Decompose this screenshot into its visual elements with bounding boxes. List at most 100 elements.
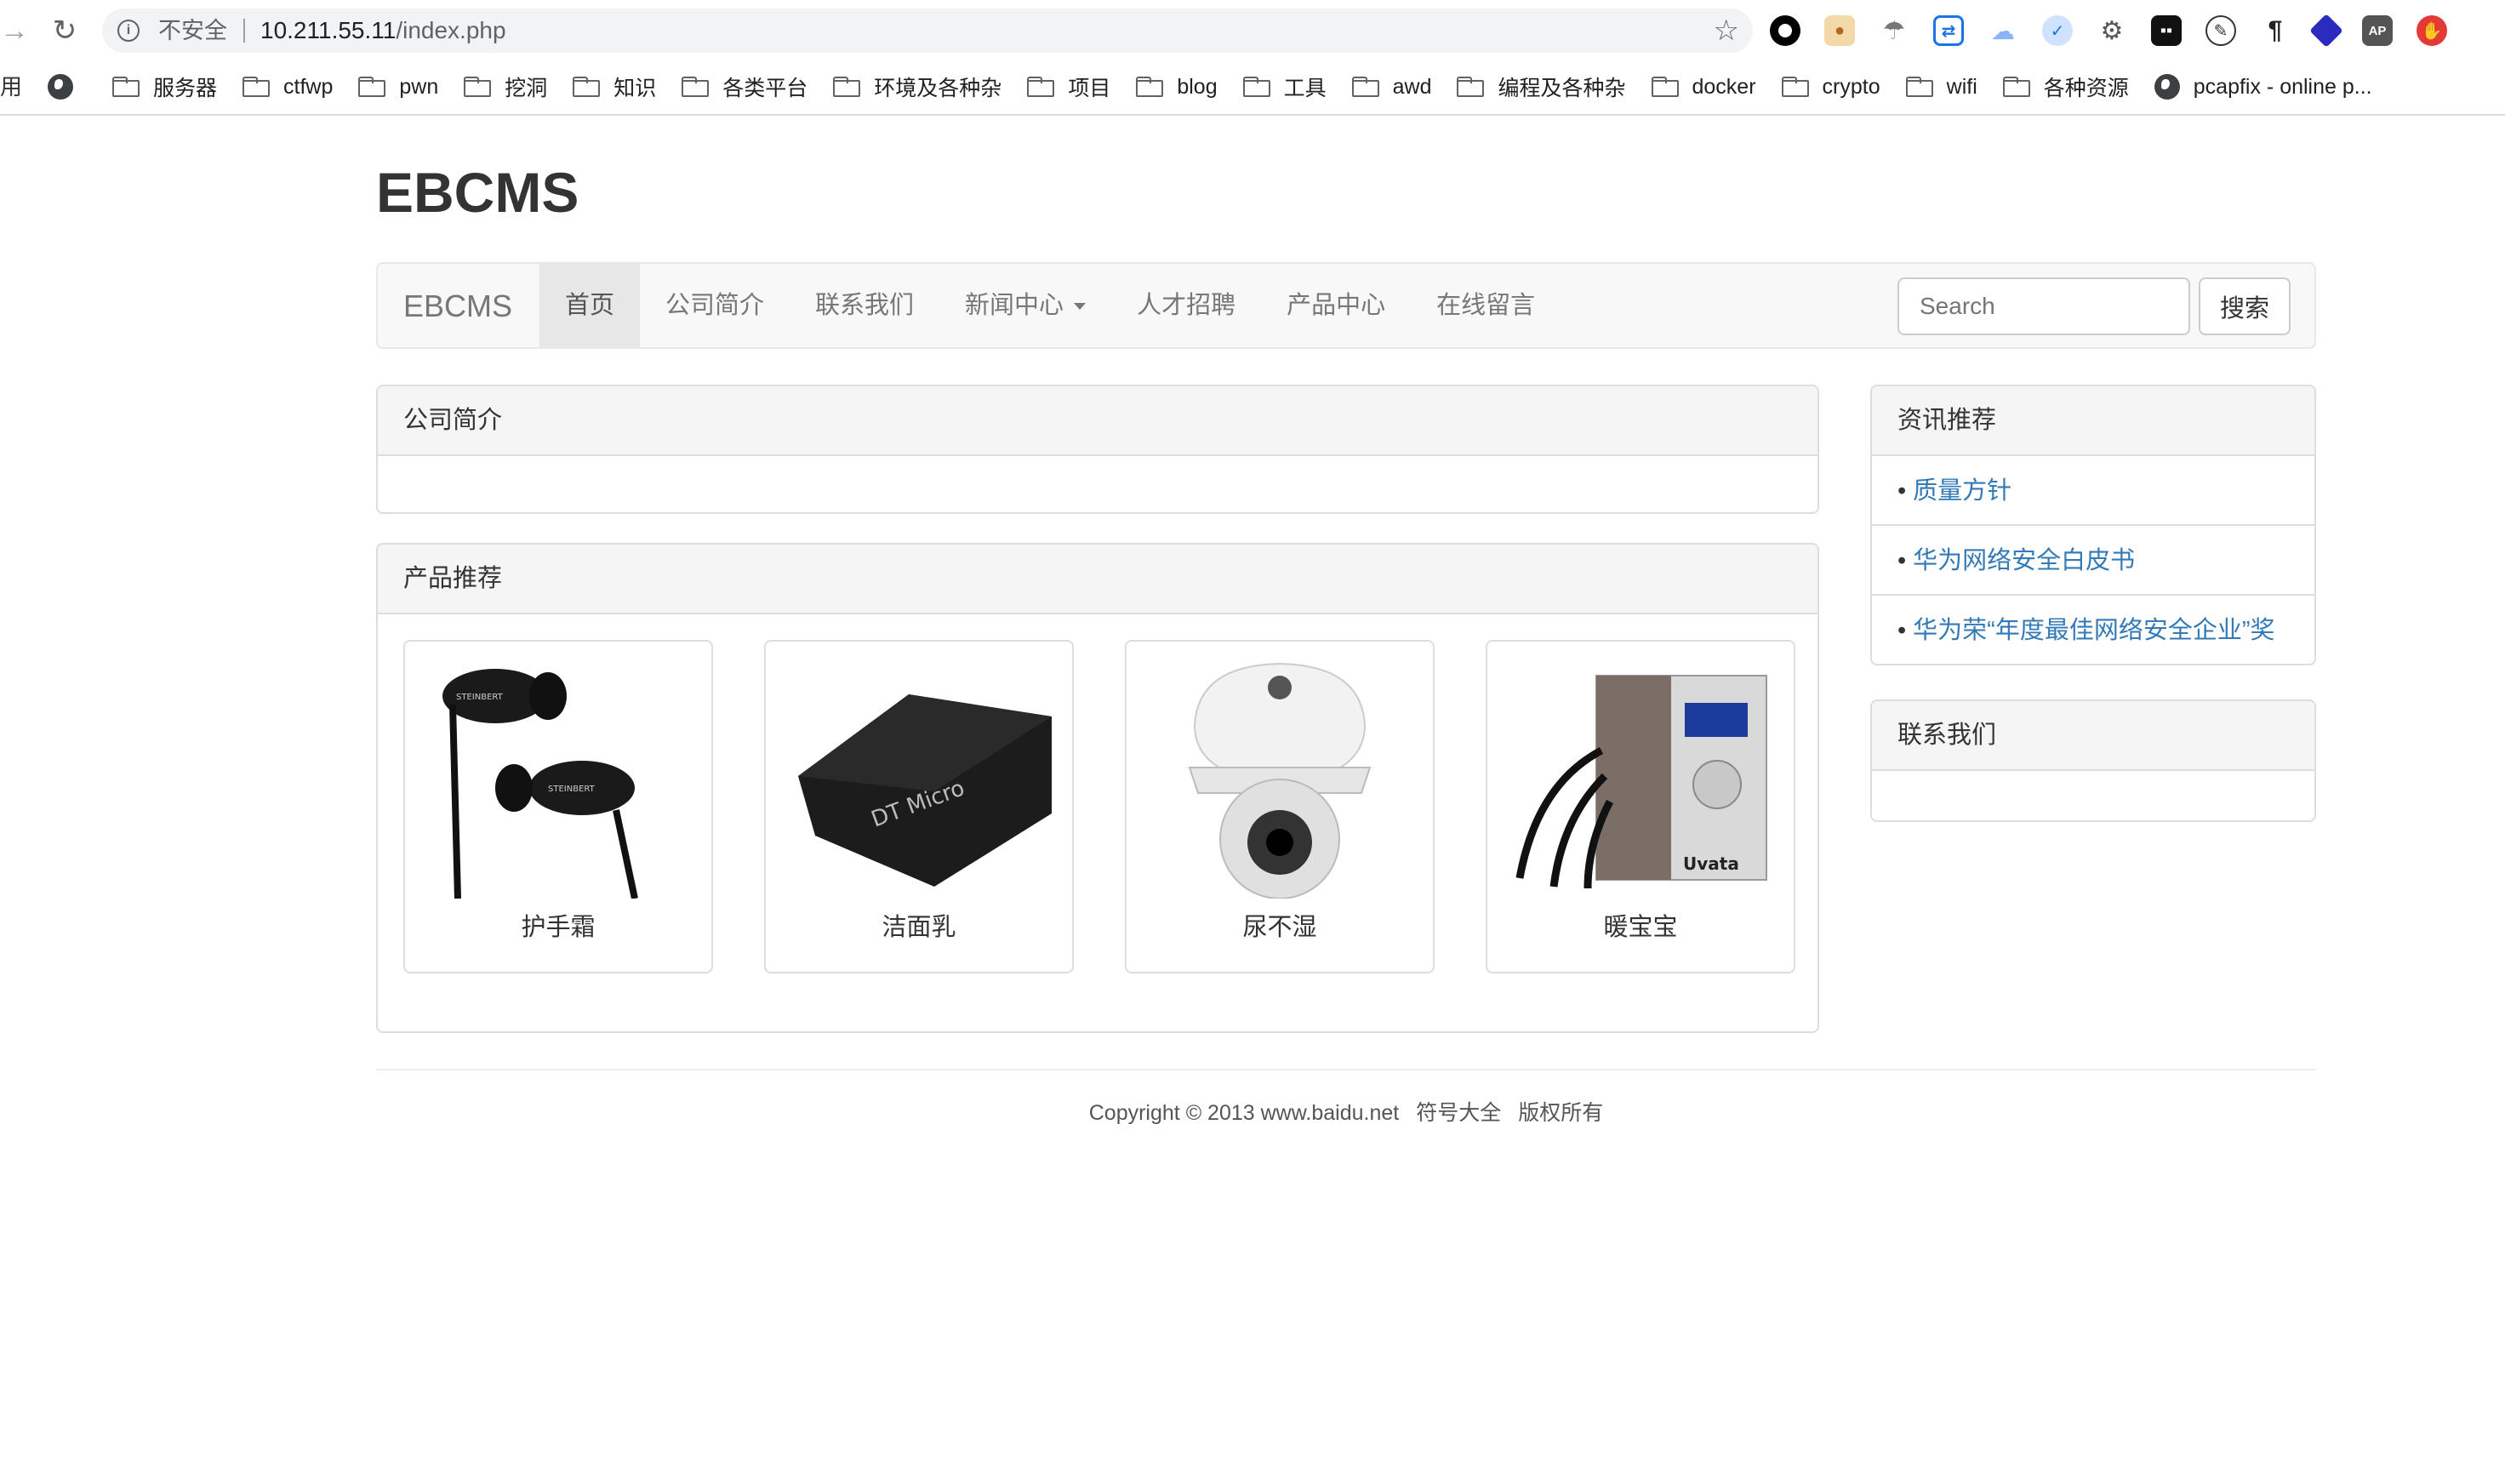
earphones-image[interactable]: STEINBERT STEINBERT <box>420 657 696 899</box>
search-button[interactable]: 搜索 <box>2199 277 2291 335</box>
bookmark-label: crypto <box>1822 74 1880 99</box>
about-panel-heading: 公司简介 <box>378 386 1817 456</box>
extension-circle-icon[interactable] <box>1770 15 1800 46</box>
bookmark-item[interactable]: 项目 <box>1027 71 1110 102</box>
search-input[interactable] <box>1897 277 2190 335</box>
curing-system-image[interactable]: Uvata <box>1503 657 1778 899</box>
extension-layers-icon[interactable] <box>2309 14 2343 48</box>
product-card[interactable]: 尿不湿 <box>1125 640 1435 973</box>
bookmark-label: 挖洞 <box>505 77 548 100</box>
extension-gear-icon[interactable]: ⚙ <box>2097 15 2127 46</box>
news-link[interactable]: 华为荣“年度最佳网络安全企业”奖 <box>1913 617 2274 644</box>
extension-translate-icon[interactable]: ⇄ <box>1933 15 1964 46</box>
bullet-icon: • <box>1897 547 1907 574</box>
url-host: 10.211.55.11 <box>260 17 397 43</box>
bookmark-label: 各种资源 <box>2043 77 2129 100</box>
nav-item[interactable]: 产品中心 <box>1261 264 1411 347</box>
product-name[interactable]: 护手霜 <box>405 910 711 945</box>
news-link[interactable]: 华为网络安全白皮书 <box>1913 547 2135 574</box>
url-text[interactable]: 10.211.55.11/index.php <box>260 16 506 45</box>
extension-glasses-icon[interactable]: ▪▪ <box>2151 15 2182 46</box>
bookmark-item[interactable]: 环境及各种杂 <box>833 71 1001 102</box>
nav-item[interactable]: 新闻中心 <box>939 264 1111 347</box>
address-bar[interactable]: i 不安全 10.211.55.11/index.php ☆ <box>102 9 1753 53</box>
bookmark-label: wifi <box>1946 74 1977 99</box>
bookmark-star-icon[interactable]: ☆ <box>1714 15 1739 46</box>
usb-drive-image[interactable]: DT Micro <box>781 657 1057 899</box>
bookmark-item[interactable] <box>48 74 87 100</box>
security-label[interactable]: 不安全 <box>158 16 227 45</box>
bookmark-item[interactable]: awd <box>1351 74 1432 100</box>
bookmark-item[interactable]: wifi <box>1905 74 1977 100</box>
reload-icon[interactable]: ↻ <box>46 12 83 49</box>
nav-item-label: 在线留言 <box>1436 292 1536 319</box>
news-item: • 质量方针 <box>1872 456 2314 526</box>
footer-link-symbols[interactable]: 符号大全 <box>1416 1101 1501 1125</box>
contact-panel-heading: 联系我们 <box>1872 701 2314 771</box>
news-panel: 资讯推荐 • 质量方针 • 华为网络安全白皮书 • 华为荣“年度最佳网络安全企业”奖 <box>1870 385 2316 665</box>
bookmark-label: awd <box>1392 74 1432 99</box>
dome-camera-image[interactable] <box>1142 657 1418 899</box>
extension-hand-icon[interactable]: ✋ <box>2417 15 2447 46</box>
extension-parachute-icon[interactable]: ☂ <box>1879 15 1909 46</box>
bookmark-item[interactable]: ctfwp <box>243 75 333 100</box>
product-card[interactable]: STEINBERT STEINBERT 护手霜 <box>403 640 713 973</box>
extension-cloud-icon[interactable]: ☁ <box>1988 15 2018 46</box>
extension-fox-icon[interactable]: ● <box>1824 15 1855 46</box>
bookmark-item[interactable]: 服务器 <box>112 71 217 102</box>
navbar: EBCMS 首页 公司简介 联系我们 新闻中心 人才招聘 产品中心 在线留言 搜索 <box>376 262 2316 349</box>
nav-item[interactable]: 公司简介 <box>640 264 790 347</box>
bookmark-item[interactable]: crypto <box>1781 74 1880 100</box>
bookmark-item[interactable]: 挖洞 <box>464 71 547 102</box>
bookmark-item[interactable]: 编程及各种杂 <box>1457 71 1626 102</box>
bookmarks-bar: 用 服务器 ctfwp pwn 挖洞 知识 各类平台 环境及各种杂 项目 blog 工具 awd 编程… <box>0 61 2505 116</box>
bookmark-item[interactable]: 各种资源 <box>2002 71 2129 102</box>
product-name[interactable]: 尿不湿 <box>1127 910 1433 945</box>
product-card[interactable]: DT Micro 洁面乳 <box>764 640 1074 973</box>
nav-item-label: 公司简介 <box>665 292 765 319</box>
bookmark-item[interactable]: 知识 <box>573 71 656 102</box>
folder-icon <box>243 77 271 97</box>
product-name[interactable]: 暖宝宝 <box>1487 910 1794 945</box>
folder-icon <box>1242 77 1270 97</box>
nav-item[interactable]: 在线留言 <box>1411 264 1561 347</box>
extension-ap-icon[interactable]: AP <box>2362 15 2393 46</box>
bookmark-item[interactable]: pcapfix - online p... <box>2154 74 2372 100</box>
bookmark-item[interactable]: docker <box>1651 75 1756 100</box>
folder-icon <box>573 77 601 97</box>
extension-brush-icon[interactable]: ✎ <box>2205 15 2236 46</box>
folder-icon <box>1905 77 1933 97</box>
product-name[interactable]: 洁面乳 <box>766 910 1072 945</box>
bookmark-label: 环境及各种杂 <box>874 77 1002 100</box>
bookmark-item[interactable]: 各类平台 <box>682 71 807 102</box>
nav-item[interactable]: 首页 <box>539 264 641 347</box>
forward-icon[interactable]: → <box>0 12 29 49</box>
nav-item[interactable]: 联系我们 <box>790 264 939 347</box>
bookmark-label: 编程及各种杂 <box>1498 77 1626 100</box>
bullet-icon: • <box>1897 617 1907 644</box>
product-card[interactable]: Uvata 暖宝宝 <box>1486 640 1795 973</box>
bookmark-apps-label[interactable]: 用 <box>0 70 22 104</box>
caret-down-icon <box>1074 303 1087 311</box>
about-panel: 公司简介 <box>376 385 1819 514</box>
nav-item-label: 新闻中心 <box>965 292 1064 319</box>
footer: Copyright © 2013 www.baidu.net 符号大全 版权所有 <box>376 1069 2316 1127</box>
bookmark-item[interactable]: blog <box>1136 75 1218 100</box>
bookmark-item[interactable]: pwn <box>358 75 438 100</box>
nav-item-label: 联系我们 <box>815 292 915 319</box>
globe-icon <box>2154 74 2180 100</box>
footer-copyright: Copyright © 2013 www.baidu.net <box>1088 1101 1400 1125</box>
navbar-brand[interactable]: EBCMS <box>403 286 512 327</box>
footer-link-rights[interactable]: 版权所有 <box>1518 1101 1603 1125</box>
folder-icon <box>1781 77 1809 97</box>
news-item: • 华为荣“年度最佳网络安全企业”奖 <box>1872 596 2314 664</box>
folder-icon <box>464 77 492 97</box>
bookmark-label: 工具 <box>1283 77 1327 100</box>
globe-icon <box>48 74 73 100</box>
extension-check-icon[interactable]: ✓ <box>2042 15 2073 46</box>
nav-item[interactable]: 人才招聘 <box>1111 264 1261 347</box>
extension-pilcrow-icon[interactable]: ¶ <box>2260 15 2291 46</box>
bookmark-item[interactable]: 工具 <box>1242 71 1327 102</box>
info-icon[interactable]: i <box>117 20 140 42</box>
news-link[interactable]: 质量方针 <box>1913 477 2011 505</box>
